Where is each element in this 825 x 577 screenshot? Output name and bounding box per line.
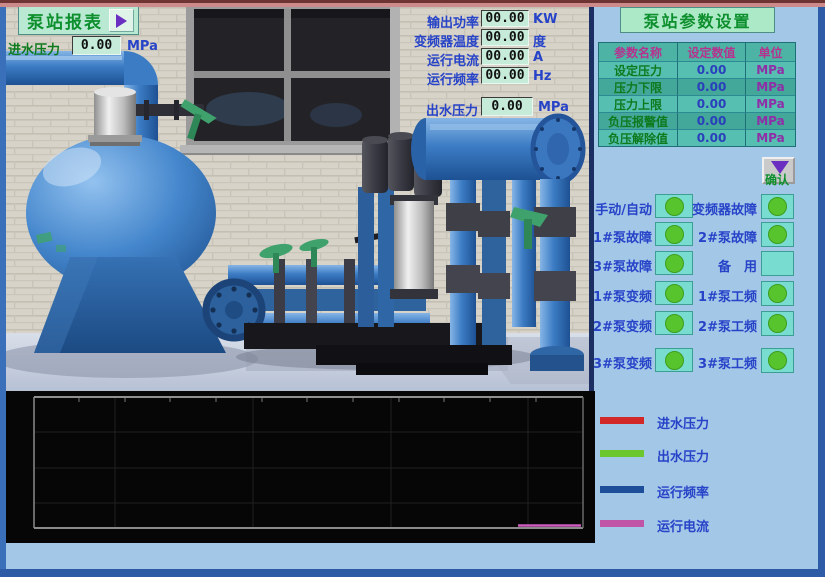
inlet-pressure-label: 进水压力: [8, 39, 60, 58]
status-lamp-vfd-fault: [761, 194, 794, 219]
status-label-spare: 备 用: [676, 256, 757, 275]
discharge-manifold: [411, 116, 583, 182]
legend-swatch-run-frequency: [600, 486, 644, 493]
metric-value-vfd-temp: 00.00: [481, 29, 529, 46]
lamp-icon: [768, 225, 787, 244]
report-arrow-button[interactable]: [109, 9, 134, 32]
pump-column: [358, 187, 374, 327]
param-value-input[interactable]: 0.00: [678, 112, 746, 129]
confirm-button[interactable]: 确认: [762, 157, 795, 184]
status-label-pump1-mains: 1#泵工频: [676, 286, 757, 305]
legend-label-run-current: 运行电流: [657, 516, 709, 535]
param-row: 压力下限 0.00 MPa: [599, 78, 795, 95]
metric-unit-output-power: KW: [533, 12, 557, 27]
trend-chart-area: [6, 391, 595, 543]
report-button-label: 泵站报表: [27, 8, 103, 33]
param-unit: MPa: [746, 78, 795, 95]
window-border-right: [818, 7, 825, 570]
legend-label-inlet-pressure: 进水压力: [657, 413, 709, 432]
param-row: 负压解除值 0.00 MPa: [599, 129, 795, 146]
status-label-pump3-vfd: 3#泵变频: [576, 353, 652, 372]
param-table-header: 参数名称 设定数值 单位: [599, 43, 795, 61]
param-header-name: 参数名称: [599, 43, 678, 61]
param-unit: MPa: [746, 95, 795, 112]
status-label-pump1-fault: 1#泵故障: [576, 227, 652, 246]
status-label-vfd-fault: 变频器故障: [676, 199, 757, 218]
window-border-left: [0, 7, 6, 570]
param-row: 设定压力 0.00 MPa: [599, 61, 795, 78]
metric-value-output-power: 00.00: [481, 10, 529, 27]
inlet-pressure-unit: MPa: [127, 39, 158, 54]
status-lamp-spare: [761, 251, 794, 276]
status-lamp-pump2-mains: [761, 311, 794, 336]
metric-label-run-frequency: 运行频率: [385, 69, 479, 88]
param-row: 负压报警值 0.00 MPa: [599, 112, 795, 129]
outlet-pressure-unit: MPa: [538, 100, 569, 115]
status-label-pump2-mains: 2#泵工频: [676, 316, 757, 335]
param-value-input[interactable]: 0.00: [678, 95, 746, 112]
param-name: 负压解除值: [599, 129, 678, 146]
metric-unit-run-frequency: Hz: [533, 69, 551, 84]
hmi-pump-station-screen: 泵站报表 进水压力 0.00 MPa 输出功率 00.00 KW 变频器温度 0…: [0, 0, 825, 577]
confirm-button-label: 确认: [765, 171, 789, 188]
metric-unit-run-current: A: [533, 50, 543, 65]
status-label-manual-auto: 手动/自动: [576, 199, 652, 218]
param-name: 压力下限: [599, 78, 678, 95]
panel-divider: [589, 7, 594, 391]
legend-swatch-outlet-pressure: [600, 450, 644, 457]
silver-pump-body: [390, 195, 438, 299]
param-unit: MPa: [746, 61, 795, 78]
legend-label-outlet-pressure: 出水压力: [657, 446, 709, 465]
param-name: 负压报警值: [599, 112, 678, 129]
param-unit: MPa: [746, 112, 795, 129]
window-border-top-highlight: [0, 3, 825, 7]
metric-value-run-current: 00.00: [481, 48, 529, 65]
window-border-bottom: [0, 569, 825, 577]
status-label-pump3-fault: 3#泵故障: [576, 256, 652, 275]
param-header-value: 设定数值: [678, 43, 746, 61]
legend-label-run-frequency: 运行频率: [657, 482, 709, 501]
chrome-cap: [88, 87, 142, 146]
param-value-input[interactable]: 0.00: [678, 129, 746, 146]
lamp-icon: [768, 314, 787, 333]
status-label-pump2-fault: 2#泵故障: [676, 227, 757, 246]
report-button[interactable]: 泵站报表: [18, 6, 139, 35]
status-label-pump1-vfd: 1#泵变频: [576, 286, 652, 305]
outlet-pressure-label: 出水压力: [400, 100, 478, 119]
param-name: 压力上限: [599, 95, 678, 112]
legend-swatch-run-current: [600, 520, 644, 527]
param-header-unit: 单位: [746, 43, 795, 61]
param-value-input[interactable]: 0.00: [678, 78, 746, 95]
inlet-pressure-value: 0.00: [72, 36, 121, 55]
param-unit: MPa: [746, 129, 795, 146]
trend-chart: [6, 391, 595, 543]
status-label-pump3-mains: 3#泵工频: [676, 353, 757, 372]
lamp-icon: [768, 197, 787, 216]
metric-label-vfd-temp: 变频器温度: [385, 31, 479, 50]
play-icon: [116, 14, 127, 28]
lamp-icon: [768, 351, 787, 370]
status-lamp-pump2-fault: [761, 222, 794, 247]
metric-label-output-power: 输出功率: [385, 12, 479, 31]
legend-swatch-inlet-pressure: [600, 417, 644, 424]
metric-label-run-current: 运行电流: [385, 50, 479, 69]
param-table: 参数名称 设定数值 单位 设定压力 0.00 MPa 压力下限 0.00 MPa…: [598, 42, 796, 147]
window: [180, 7, 406, 155]
lamp-icon: [768, 284, 787, 303]
param-value-input[interactable]: 0.00: [678, 61, 746, 78]
param-row: 压力上限 0.00 MPa: [599, 95, 795, 112]
status-label-pump2-vfd: 2#泵变频: [576, 316, 652, 335]
outlet-pressure-value: 0.00: [481, 97, 533, 116]
metric-value-run-frequency: 00.00: [481, 67, 529, 84]
metric-unit-vfd-temp: 度: [533, 31, 546, 50]
status-lamp-pump3-mains: [761, 348, 794, 373]
param-name: 设定压力: [599, 61, 678, 78]
status-lamp-pump1-mains: [761, 281, 794, 306]
param-panel-title: 泵站参数设置: [620, 7, 775, 33]
